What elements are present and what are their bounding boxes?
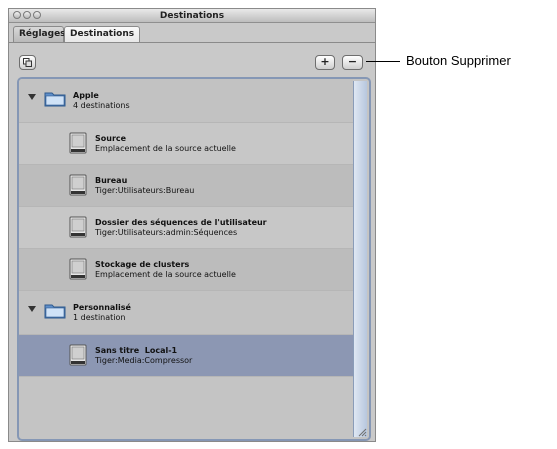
destination-path: Tiger:Utilisateurs:Bureau: [95, 186, 195, 195]
duplicate-button[interactable]: [19, 55, 36, 70]
destinations-list-panel: Apple 4 destinations Source Emplacement …: [17, 77, 371, 441]
vertical-scrollbar[interactable]: [353, 81, 367, 437]
disclosure-triangle-icon[interactable]: [28, 306, 36, 312]
group-count: 1 destination: [73, 313, 126, 322]
destination-path: Tiger:Utilisateurs:admin:Séquences: [95, 228, 238, 237]
add-destination-button[interactable]: +: [315, 55, 335, 70]
folder-icon: [44, 92, 66, 107]
hard-drive-icon: [69, 216, 87, 238]
hard-drive-icon: [69, 132, 87, 154]
remove-destination-button[interactable]: −: [342, 55, 363, 70]
destinations-window: Destinations Réglages Destinations + − A…: [8, 8, 376, 442]
group-row-apple[interactable]: Apple 4 destinations: [19, 79, 353, 123]
destination-path: Emplacement de la source actuelle: [95, 270, 236, 279]
destination-name: Sans titre Local-1: [95, 346, 178, 355]
title-bar[interactable]: Destinations: [9, 9, 375, 23]
destination-row[interactable]: Bureau Tiger:Utilisateurs:Bureau: [19, 165, 353, 207]
tab-destinations[interactable]: Destinations: [64, 26, 140, 43]
group-count: 4 destinations: [73, 101, 130, 110]
destination-name: Bureau: [95, 176, 128, 185]
callout-label: Bouton Supprimer: [406, 53, 511, 68]
group-row-personnalise[interactable]: Personnalisé 1 destination: [19, 291, 353, 335]
destination-path: Emplacement de la source actuelle: [95, 144, 236, 153]
destination-name: Dossier des séquences de l'utilisateur: [95, 218, 267, 227]
destination-row[interactable]: Dossier des séquences de l'utilisateur T…: [19, 207, 353, 249]
destination-row-selected[interactable]: Sans titre Local-1 Tiger:Media:Compresso…: [19, 335, 353, 377]
hard-drive-icon: [69, 174, 87, 196]
callout-line: [366, 61, 400, 62]
window-title: Destinations: [159, 11, 225, 21]
destination-name: Stockage de clusters: [95, 260, 190, 269]
disclosure-triangle-icon[interactable]: [28, 94, 36, 100]
destinations-list: Apple 4 destinations Source Emplacement …: [19, 79, 353, 377]
hard-drive-icon: [69, 344, 87, 366]
resize-grip-icon[interactable]: [357, 427, 367, 437]
group-name: Apple: [73, 91, 99, 100]
tab-reglages[interactable]: Réglages: [13, 26, 66, 42]
folder-icon: [44, 304, 66, 319]
destination-path: Tiger:Media:Compressor: [95, 356, 193, 365]
hard-drive-icon: [69, 258, 87, 280]
destination-row[interactable]: Source Emplacement de la source actuelle: [19, 123, 353, 165]
destination-row[interactable]: Stockage de clusters Emplacement de la s…: [19, 249, 353, 291]
destination-name: Source: [95, 134, 127, 143]
tab-divider: [9, 42, 375, 43]
group-name: Personnalisé: [73, 303, 131, 312]
duplicate-icon: [23, 58, 32, 67]
